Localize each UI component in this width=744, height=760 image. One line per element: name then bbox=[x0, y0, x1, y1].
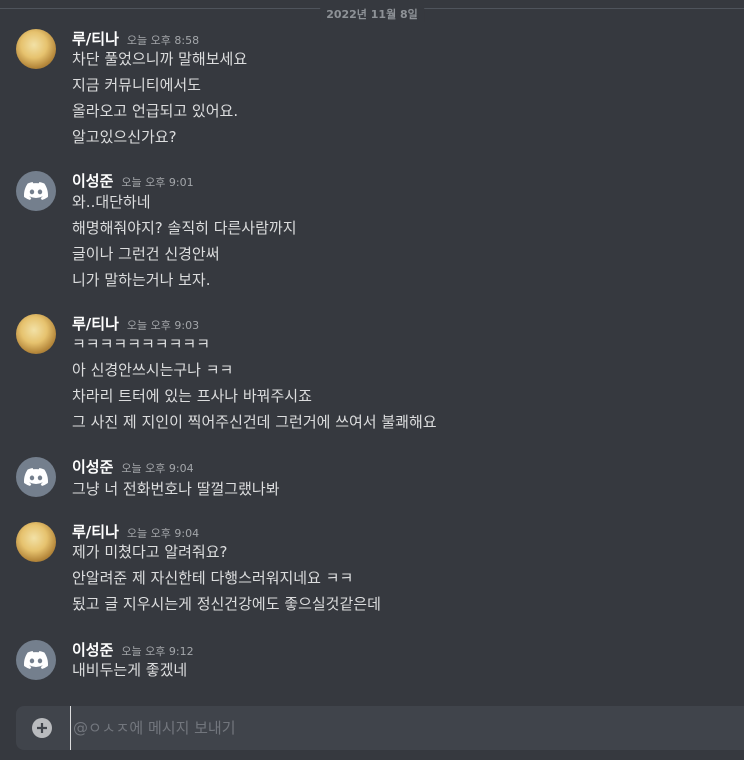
avatar[interactable] bbox=[16, 171, 56, 211]
discord-logo-icon bbox=[24, 651, 48, 669]
message-line: 안알려준 제 자신한테 다행스러워지네요 ㅋㅋ bbox=[72, 569, 354, 587]
add-attachment-button[interactable] bbox=[32, 718, 52, 738]
message-line: 제가 미쳤다고 알려줘요? bbox=[72, 543, 228, 561]
message-line: 올라오고 언급되고 있어요. bbox=[72, 102, 239, 120]
message-line: 차라리 트터에 있는 프사나 바꿔주시죠 bbox=[72, 387, 312, 405]
avatar[interactable] bbox=[16, 457, 56, 497]
plus-icon bbox=[37, 723, 47, 733]
username[interactable]: 루/티나 bbox=[72, 523, 119, 541]
username[interactable]: 이성준 bbox=[72, 458, 113, 476]
message-line: 지금 커뮤니티에서도 bbox=[72, 76, 201, 94]
timestamp: 오늘 오후 9:12 bbox=[121, 645, 194, 658]
date-divider-label: 2022년 11월 8일 bbox=[320, 8, 424, 22]
avatar[interactable] bbox=[16, 314, 56, 354]
discord-logo-icon bbox=[24, 468, 48, 486]
message-header: 루/티나 오늘 오후 9:03 bbox=[72, 314, 199, 336]
username[interactable]: 이성준 bbox=[72, 641, 113, 659]
avatar[interactable] bbox=[16, 29, 56, 69]
message-line: 니가 말하는거나 보자. bbox=[72, 271, 211, 289]
message-header: 이성준 오늘 오후 9:12 bbox=[72, 640, 194, 662]
message-line: 알고있으신가요? bbox=[72, 128, 177, 146]
timestamp: 오늘 오후 8:58 bbox=[126, 34, 200, 47]
message-line: 됬고 글 지우시는게 정신건강에도 좋으실것같은데 bbox=[72, 595, 381, 613]
message-line: 글이나 그런건 신경안써 bbox=[72, 245, 220, 263]
message-line: 차단 풀었으니까 말해보세요 bbox=[72, 50, 248, 68]
avatar[interactable] bbox=[16, 640, 56, 680]
message-line: 와..대단하네 bbox=[72, 193, 151, 211]
message-line: 그냥 너 전화번호나 딸껄그랬나봐 bbox=[72, 480, 280, 498]
username[interactable]: 루/티나 bbox=[72, 30, 119, 48]
timestamp: 오늘 오후 9:04 bbox=[126, 527, 200, 540]
date-divider: 2022년 11월 8일 bbox=[0, 8, 744, 22]
timestamp: 오늘 오후 9:01 bbox=[121, 176, 194, 189]
message-line: 아 신경안쓰시는구나 ㅋㅋ bbox=[72, 361, 234, 379]
message-line: ㅋㅋㅋㅋㅋㅋㅋㅋㅋㅋ bbox=[72, 335, 211, 353]
timestamp: 오늘 오후 9:03 bbox=[126, 319, 200, 332]
message-input[interactable]: @ㅇㅅㅈ에 메시지 보내기 bbox=[70, 706, 236, 750]
message-line: 해명해줘야지? 솔직히 다른사람까지 bbox=[72, 219, 297, 237]
username[interactable]: 루/티나 bbox=[72, 315, 119, 333]
message-header: 이성준 오늘 오후 9:01 bbox=[72, 171, 194, 193]
message-composer: @ㅇㅅㅈ에 메시지 보내기 bbox=[16, 706, 744, 750]
username[interactable]: 이성준 bbox=[72, 172, 113, 190]
message-line: 내비두는게 좋겠네 bbox=[72, 661, 188, 679]
message-header: 루/티나 오늘 오후 8:58 bbox=[72, 29, 199, 51]
message-line: 그 사진 제 지인이 찍어주신건데 그런거에 쓰여서 불쾌해요 bbox=[72, 413, 437, 431]
discord-logo-icon bbox=[24, 182, 48, 200]
message-header: 루/티나 오늘 오후 9:04 bbox=[72, 522, 199, 544]
message-header: 이성준 오늘 오후 9:04 bbox=[72, 457, 194, 479]
timestamp: 오늘 오후 9:04 bbox=[121, 462, 194, 475]
avatar[interactable] bbox=[16, 522, 56, 562]
